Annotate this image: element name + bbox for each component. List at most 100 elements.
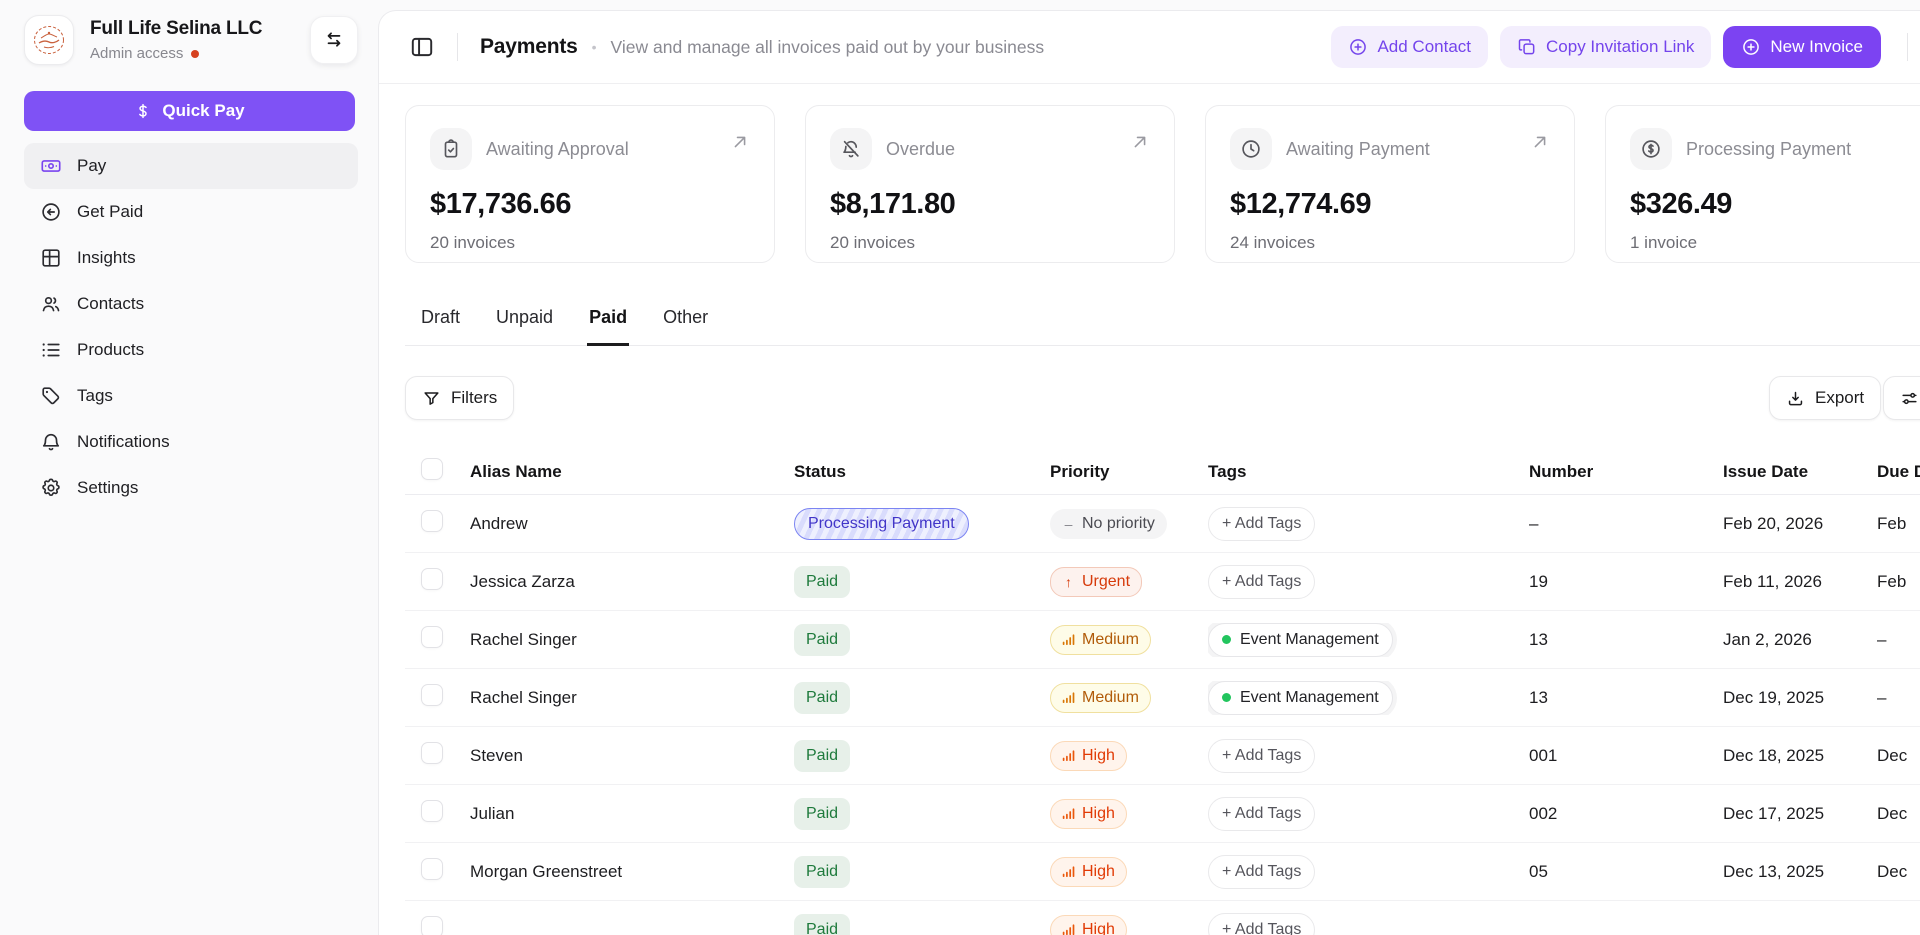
sidebar-item-tags[interactable]: Tags: [24, 373, 358, 419]
header-end-divider: [1907, 33, 1908, 61]
clipboard-check-icon: [440, 138, 462, 160]
tag-label: Event Management: [1240, 689, 1379, 707]
summary-card: Awaiting Payment $12,774.69 24 invoices: [1205, 105, 1575, 263]
tags-cell: Event Management: [1208, 681, 1529, 715]
arrow-up-right-icon[interactable]: [1530, 132, 1550, 152]
column-header-due-date[interactable]: Due Date: [1877, 462, 1920, 482]
tags-cell: + Add Tags: [1208, 797, 1529, 831]
issue-date: Dec 19, 2025: [1723, 688, 1824, 707]
tag-dot-icon: [1222, 635, 1231, 644]
row-checkbox[interactable]: [421, 510, 443, 532]
filters-button[interactable]: Filters: [405, 376, 514, 420]
workspace-switch-button[interactable]: [310, 16, 358, 64]
priority-badge[interactable]: High: [1050, 857, 1127, 887]
status-badge: Paid: [794, 624, 850, 656]
column-header-status[interactable]: Status: [794, 462, 1050, 482]
tags-cell: + Add Tags: [1208, 507, 1529, 541]
copy-invitation-link-button[interactable]: Copy Invitation Link: [1500, 26, 1711, 68]
row-checkbox[interactable]: [421, 684, 443, 706]
due-date: Feb: [1877, 514, 1906, 533]
new-invoice-button[interactable]: New Invoice: [1723, 26, 1881, 68]
column-header-priority[interactable]: Priority: [1050, 462, 1208, 482]
column-header-issue-date[interactable]: Issue Date: [1723, 462, 1877, 482]
priority-badge[interactable]: Medium: [1050, 683, 1151, 713]
tag-chip[interactable]: Event Management: [1208, 681, 1393, 715]
priority-label: High: [1082, 748, 1115, 764]
row-checkbox[interactable]: [421, 568, 443, 590]
arrow-up-right-icon[interactable]: [730, 132, 750, 152]
column-header-tags[interactable]: Tags: [1208, 462, 1529, 482]
column-header-alias-name[interactable]: Alias Name: [470, 462, 794, 482]
priority-badge[interactable]: – No priority: [1050, 509, 1167, 539]
invoice-number: 13: [1529, 630, 1548, 649]
creatures-rooftop-logo-icon: [29, 20, 69, 60]
priority-badge[interactable]: High: [1050, 915, 1127, 935]
priority-badge[interactable]: High: [1050, 741, 1127, 771]
header-actions: Add Contact Copy Invitation Link: [1331, 26, 1920, 68]
sidebar-item-get-paid[interactable]: Get Paid: [24, 189, 358, 235]
add-tags-button[interactable]: + Add Tags: [1208, 797, 1315, 831]
card-label: Overdue: [886, 139, 955, 160]
status-badge: Paid: [794, 740, 850, 772]
sidebar-item-label: Tags: [77, 386, 113, 406]
tab-paid[interactable]: Paid: [587, 307, 629, 346]
sidebar-item-notifications[interactable]: Notifications: [24, 419, 358, 465]
row-checkbox[interactable]: [421, 800, 443, 822]
sidebar-item-settings[interactable]: Settings: [24, 465, 358, 511]
add-contact-button[interactable]: Add Contact: [1331, 26, 1488, 68]
sidebar-toggle-button[interactable]: [409, 34, 435, 60]
column-header-number[interactable]: Number: [1529, 462, 1723, 482]
priority-badge[interactable]: High: [1050, 799, 1127, 829]
arrow-up-right-icon[interactable]: [1130, 132, 1150, 152]
row-checkbox[interactable]: [421, 626, 443, 648]
content: Awaiting Approval $17,736.66 20 invoices…: [379, 84, 1920, 935]
invoice-number: 001: [1529, 746, 1557, 765]
card-count: 24 invoices: [1230, 233, 1550, 253]
tab-draft[interactable]: Draft: [419, 307, 462, 346]
table-row: Julian Paid High + Add Tags 002 Dec 17, …: [405, 785, 1920, 843]
summary-card: Processing Payment $326.49 1 invoice: [1605, 105, 1920, 263]
signal-bars-icon: [1062, 691, 1075, 704]
row-checkbox[interactable]: [421, 916, 443, 935]
add-tags-button[interactable]: + Add Tags: [1208, 913, 1315, 935]
funnel-icon: [422, 389, 441, 408]
header-divider: [457, 33, 458, 61]
signal-bars-icon: [1062, 807, 1075, 820]
table-row: Morgan Greenstreet Paid High + Add Tags …: [405, 843, 1920, 901]
invoice-number: –: [1529, 514, 1538, 533]
add-tags-button[interactable]: + Add Tags: [1208, 855, 1315, 889]
issue-date: Feb 20, 2026: [1723, 514, 1823, 533]
main-panel: Payments • View and manage all invoices …: [378, 10, 1920, 935]
tab-unpaid[interactable]: Unpaid: [494, 307, 555, 346]
add-tags-button[interactable]: + Add Tags: [1208, 565, 1315, 599]
summary-card: Overdue $8,171.80 20 invoices: [805, 105, 1175, 263]
company-row: Full Life Selina LLC Admin access: [24, 15, 358, 65]
priority-badge[interactable]: Medium: [1050, 625, 1151, 655]
banknote-icon: [40, 155, 62, 177]
tags-cell: + Add Tags: [1208, 739, 1529, 773]
row-checkbox[interactable]: [421, 742, 443, 764]
tag-chip[interactable]: Event Management: [1208, 623, 1393, 657]
export-button[interactable]: Export: [1769, 376, 1881, 420]
arrow-up-icon: ↑: [1062, 575, 1075, 588]
status-badge: Processing Payment: [794, 508, 969, 540]
row-checkbox[interactable]: [421, 858, 443, 880]
tab-other[interactable]: Other: [661, 307, 710, 346]
column-settings-button[interactable]: [1883, 376, 1920, 420]
table-row: Rachel Singer Paid Medium Event Manageme…: [405, 669, 1920, 727]
sidebar-item-label: Pay: [77, 156, 106, 176]
invoices-table: Alias NameStatusPriorityTagsNumberIssue …: [405, 449, 1920, 935]
gear-icon: [40, 477, 62, 499]
add-tags-button[interactable]: + Add Tags: [1208, 507, 1315, 541]
sidebar-item-pay[interactable]: Pay: [24, 143, 358, 189]
priority-badge[interactable]: ↑ Urgent: [1050, 567, 1142, 597]
company-role: Admin access: [90, 45, 310, 62]
add-tags-button[interactable]: + Add Tags: [1208, 739, 1315, 773]
card-count: 1 invoice: [1630, 233, 1920, 253]
quick-pay-button[interactable]: Quick Pay: [24, 91, 355, 131]
sidebar-item-contacts[interactable]: Contacts: [24, 281, 358, 327]
sidebar-item-insights[interactable]: Insights: [24, 235, 358, 281]
sidebar-item-label: Notifications: [77, 432, 170, 452]
sidebar-item-products[interactable]: Products: [24, 327, 358, 373]
select-all-checkbox[interactable]: [421, 458, 443, 480]
